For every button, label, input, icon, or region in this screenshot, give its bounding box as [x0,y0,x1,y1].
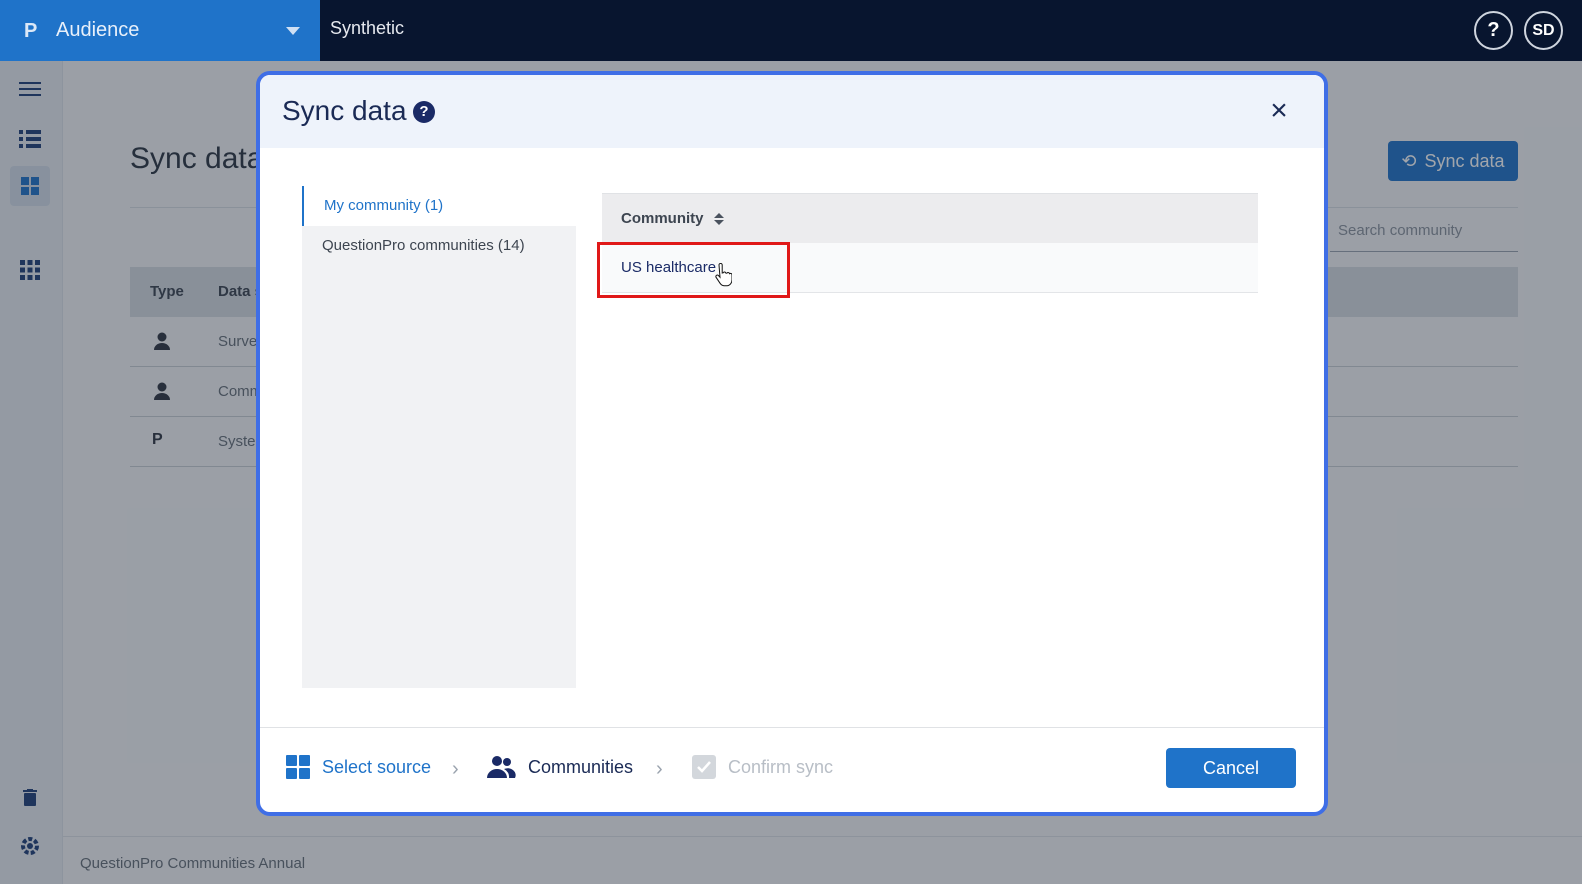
cancel-button[interactable]: Cancel [1166,748,1296,788]
app-name: Audience [56,19,140,41]
app-switcher[interactable]: P Audience [0,0,320,61]
chevron-down-icon[interactable] [286,27,300,35]
community-row[interactable]: US healthcare [597,242,1258,298]
source-tabs: My community (1) QuestionPro communities… [302,186,576,688]
step-label: Select source [322,756,432,777]
user-avatar[interactable]: SD [1524,11,1563,50]
users-icon [487,756,516,778]
tab-questionpro-communities[interactable]: QuestionPro communities (14) [302,226,576,266]
hand-cursor-icon [715,263,732,287]
help-button[interactable]: ? [1474,11,1513,50]
chevron-right-icon: › [656,758,663,780]
sort-icon[interactable] [713,212,724,225]
top-bar: P Audience Synthetic ? SD [0,0,1582,61]
close-icon[interactable]: × [1265,96,1293,126]
step-confirm-sync: Confirm sync [692,755,833,779]
step-communities[interactable]: Communities [486,755,633,779]
help-icon[interactable]: ? [413,101,435,123]
modal-header: Sync data ? × [260,75,1324,148]
chevron-right-icon: › [452,758,459,780]
step-label: Communities [528,756,634,777]
step-select-source[interactable]: Select source [286,755,431,779]
highlight-box [597,242,790,298]
modal-footer-divider [260,727,1324,728]
modal-title: Sync data [282,95,407,126]
community-column-label: Community [621,210,704,227]
step-label: Confirm sync [728,756,834,777]
checkbox-icon [692,755,716,779]
grid-icon [286,755,310,779]
community-table: Community US healthcare [597,193,1258,298]
questionpro-logo-icon: P [24,19,38,42]
project-name: Synthetic [330,18,405,38]
tab-my-community[interactable]: My community (1) [302,186,576,226]
sync-data-modal: Sync data ? × My community (1) QuestionP… [256,71,1328,816]
community-column-header[interactable]: Community [602,193,1258,243]
